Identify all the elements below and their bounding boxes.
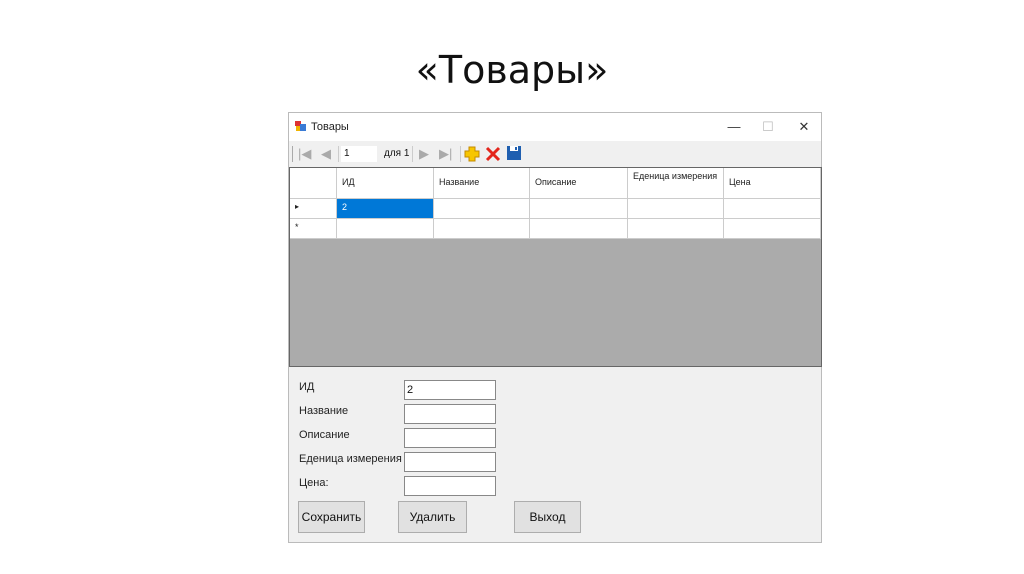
- save-button[interactable]: Сохранить: [298, 501, 365, 533]
- grid-cell-price[interactable]: [724, 199, 821, 219]
- name-label: Название: [299, 405, 349, 417]
- id-label: ИД: [299, 381, 315, 393]
- unit-field[interactable]: [404, 452, 496, 472]
- grid-cell-name[interactable]: [434, 219, 530, 239]
- title-bar: Товары — ☐ ✕: [289, 113, 821, 141]
- row-header[interactable]: ▸: [290, 199, 337, 219]
- move-previous-icon[interactable]: ◀: [321, 145, 331, 163]
- price-label: Цена:: [299, 477, 329, 489]
- new-row-header[interactable]: *: [290, 219, 337, 239]
- grid-cell-unit[interactable]: [628, 199, 724, 219]
- id-field[interactable]: 2: [404, 380, 496, 400]
- unit-label: Еденица измерения: [299, 453, 402, 465]
- products-grid[interactable]: ИД Название Описание Еденица измерения Ц…: [289, 167, 822, 367]
- move-first-icon[interactable]: |◀: [298, 145, 311, 163]
- count-label: для 1: [384, 148, 410, 159]
- separator: [460, 146, 461, 162]
- grid-corner-header: [290, 168, 337, 199]
- move-last-icon[interactable]: ▶|: [439, 145, 452, 163]
- products-window: Товары — ☐ ✕ |◀ ◀ 1 для 1 ▶ ▶| ИД Назван…: [288, 112, 822, 543]
- binding-navigator: |◀ ◀ 1 для 1 ▶ ▶|: [289, 141, 821, 167]
- delete-icon[interactable]: [485, 146, 501, 162]
- grid-cell-unit[interactable]: [628, 219, 724, 239]
- description-label: Описание: [299, 429, 350, 441]
- column-header-price[interactable]: Цена: [724, 168, 821, 199]
- minimize-button[interactable]: —: [719, 117, 749, 137]
- separator: [338, 146, 339, 162]
- save-icon[interactable]: [506, 145, 522, 161]
- name-field[interactable]: [404, 404, 496, 424]
- column-header-id[interactable]: ИД: [337, 168, 434, 199]
- delete-button[interactable]: Удалить: [398, 501, 467, 533]
- add-icon[interactable]: [464, 146, 480, 162]
- close-button[interactable]: ✕: [789, 117, 819, 137]
- grid-cell-name[interactable]: [434, 199, 530, 219]
- grid-cell-description[interactable]: [530, 199, 628, 219]
- grid-cell-id[interactable]: [337, 219, 434, 239]
- slide-title: «Товары»: [415, 48, 609, 92]
- separator: [412, 146, 413, 162]
- window-title: Товары: [311, 121, 349, 133]
- column-header-name[interactable]: Название: [434, 168, 530, 199]
- grid-cell-id[interactable]: 2: [337, 199, 434, 219]
- column-header-unit[interactable]: Еденица измерения: [628, 168, 724, 199]
- toolbar-grip: [292, 146, 293, 162]
- exit-button[interactable]: Выход: [514, 501, 581, 533]
- column-header-description[interactable]: Описание: [530, 168, 628, 199]
- maximize-button[interactable]: ☐: [753, 117, 783, 137]
- app-icon: [295, 121, 306, 131]
- price-field[interactable]: [404, 476, 496, 496]
- move-next-icon[interactable]: ▶: [419, 145, 429, 163]
- position-input[interactable]: 1: [341, 146, 377, 162]
- description-field[interactable]: [404, 428, 496, 448]
- grid-cell-price[interactable]: [724, 219, 821, 239]
- grid-cell-description[interactable]: [530, 219, 628, 239]
